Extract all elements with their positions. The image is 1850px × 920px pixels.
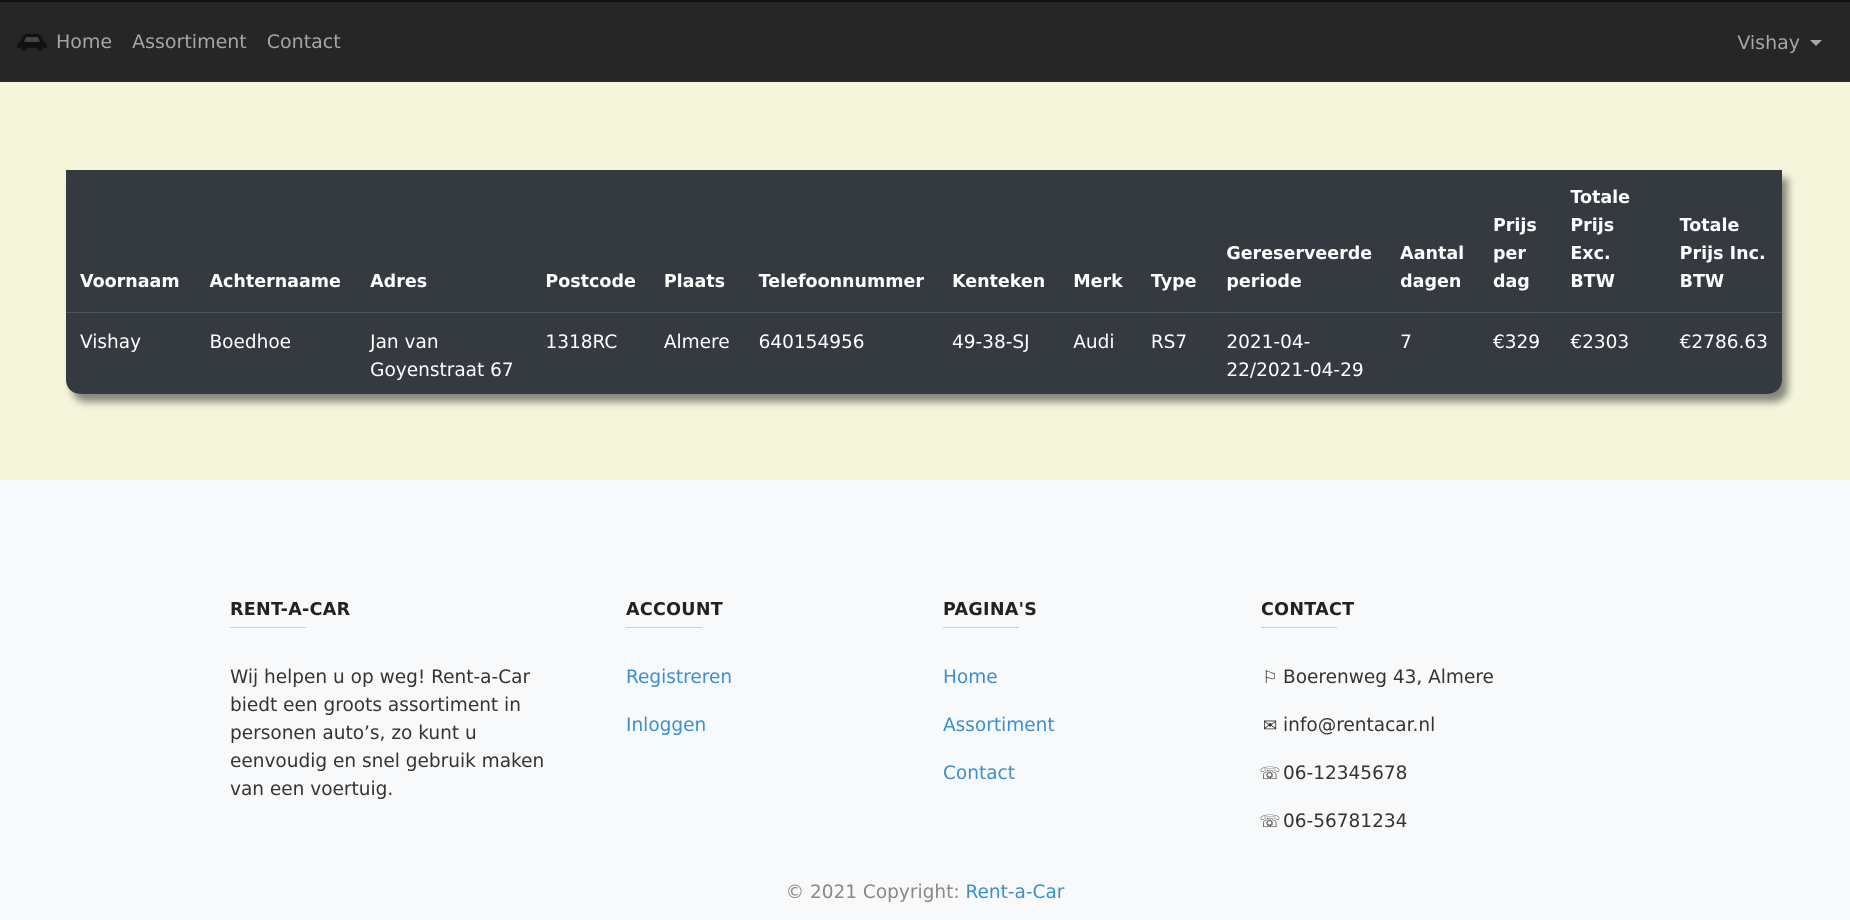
footer-pages-title: PAGINA'S [943, 600, 1183, 628]
footer-about-text: Wij helpen u op weg! Rent-a-Car biedt ee… [230, 667, 545, 800]
footer-contact-link[interactable]: Contact [943, 760, 1183, 788]
copyright: © 2021 Copyright: Rent-a-Car [0, 882, 1850, 903]
car-icon[interactable] [16, 31, 48, 53]
cell-merk: Audi [1073, 332, 1115, 353]
col-merk: Merk [1059, 170, 1137, 313]
cell-postcode: 1318RC [545, 332, 618, 353]
cell-totaal-exc: €2303 [1570, 332, 1630, 353]
col-voornaam: Voornaam [66, 170, 196, 313]
footer-home-link[interactable]: Home [943, 664, 1183, 692]
footer-about: RENT-A-CAR Wij helpen u op weg! Rent-a-C… [230, 600, 550, 804]
reservation-table: Voornaam Achternaame Adres Postcode Plaa… [66, 170, 1782, 394]
contact-email-text: info@rentacar.nl [1283, 715, 1436, 736]
phone-icon: ☏ [1259, 764, 1281, 784]
contact-address-text: Boerenweg 43, Almere [1283, 667, 1494, 688]
user-dropdown[interactable]: Vishay [1737, 2, 1822, 84]
cell-periode: 2021-04-22/2021-04-29 [1226, 332, 1364, 381]
cell-aantal-dagen: 7 [1400, 332, 1412, 353]
col-kenteken: Kenteken [937, 170, 1060, 313]
cell-achternaame: Boedhoe [209, 332, 292, 353]
col-telefoonnummer: Telefoonnummer [744, 170, 938, 313]
reservation-table-card: Voornaam Achternaame Adres Postcode Plaa… [66, 170, 1782, 394]
cell-kenteken: 49-38-SJ [951, 332, 1030, 353]
login-link[interactable]: Inloggen [626, 712, 866, 740]
col-plaats: Plaats [649, 170, 745, 313]
col-type: Type [1136, 170, 1213, 313]
col-totaal-exc: Totale Prijs Exc. BTW [1556, 170, 1666, 313]
footer-assortiment-link[interactable]: Assortiment [943, 712, 1183, 740]
contact-phone-1: ☏ 06-12345678 [1259, 760, 1581, 788]
col-achternaame: Achternaame [195, 170, 357, 313]
footer-about-title: RENT-A-CAR [230, 600, 550, 628]
col-periode: Gereserveerde periode [1212, 170, 1387, 313]
caret-down-icon [1810, 40, 1822, 46]
contact-phone-1-text: 06-12345678 [1283, 763, 1408, 784]
cell-telefoonnummer: 640154956 [758, 332, 865, 353]
contact-phone-2: ☏ 06-56781234 [1259, 808, 1581, 836]
nav-home[interactable]: Home [56, 31, 112, 53]
envelope-icon: ✉ [1262, 716, 1278, 736]
cell-voornaam: Vishay [80, 332, 142, 353]
main-content: Voornaam Achternaame Adres Postcode Plaa… [0, 82, 1850, 480]
col-postcode: Postcode [531, 170, 650, 313]
phone-icon: ☏ [1259, 812, 1281, 832]
copyright-text: © 2021 Copyright: [785, 882, 966, 903]
contact-address: ⚐ Boerenweg 43, Almere [1261, 664, 1581, 692]
nav-contact[interactable]: Contact [267, 31, 341, 53]
col-prijs-per-dag: Prijs per dag [1478, 170, 1557, 313]
cell-adres: Jan van Goyenstraat 67 [370, 332, 514, 381]
contact-email: ✉ info@rentacar.nl [1261, 712, 1581, 740]
copyright-link[interactable]: Rent-a-Car [965, 882, 1064, 903]
register-link[interactable]: Registreren [626, 664, 866, 692]
col-totaal-inc: Totale Prijs Inc. BTW [1665, 170, 1782, 313]
user-name: Vishay [1737, 32, 1800, 54]
table-header-row: Voornaam Achternaame Adres Postcode Plaa… [66, 170, 1782, 313]
footer-account: ACCOUNT Registreren Inloggen [626, 600, 866, 760]
footer-account-title: ACCOUNT [626, 600, 866, 628]
cell-totaal-inc: €2786.63 [1679, 332, 1768, 353]
col-aantal-dagen: Aantal dagen [1386, 170, 1479, 313]
col-adres: Adres [356, 170, 532, 313]
nav-assortiment[interactable]: Assortiment [132, 31, 247, 53]
cell-plaats: Almere [663, 332, 730, 353]
flag-icon: ⚐ [1262, 668, 1278, 688]
navbar: Home Assortiment Contact Vishay [0, 0, 1850, 82]
footer-contact-title: CONTACT [1261, 600, 1581, 628]
cell-type: RS7 [1150, 332, 1188, 353]
footer-pages: PAGINA'S Home Assortiment Contact [943, 600, 1183, 808]
contact-phone-2-text: 06-56781234 [1283, 811, 1408, 832]
footer: RENT-A-CAR Wij helpen u op weg! Rent-a-C… [0, 480, 1850, 920]
table-row: Vishay Boedhoe Jan van Goyenstraat 67 13… [66, 313, 1782, 395]
cell-prijs-per-dag: €329 [1492, 332, 1541, 353]
footer-contact: CONTACT ⚐ Boerenweg 43, Almere ✉ info@re… [1259, 600, 1581, 856]
